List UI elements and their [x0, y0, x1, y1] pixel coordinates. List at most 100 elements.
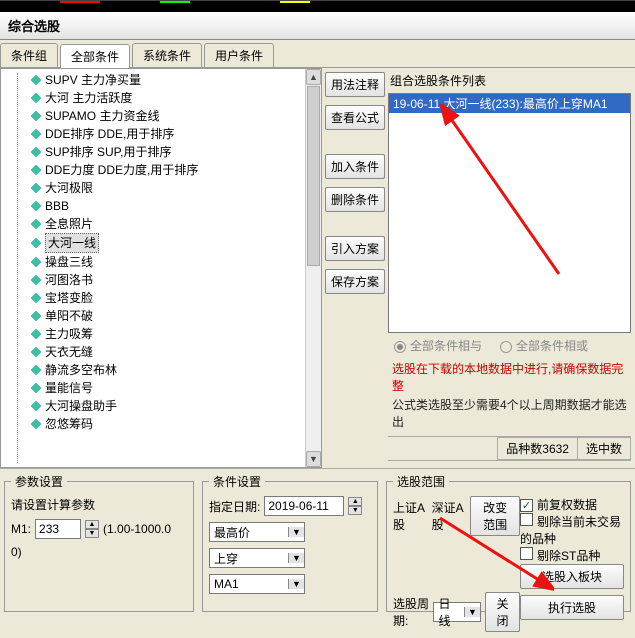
usage-button[interactable]: 用法注释 [325, 72, 385, 97]
tab-all-conditions[interactable]: 全部条件 [60, 44, 130, 68]
bullet-icon [31, 293, 41, 303]
mid-buttons: 用法注释 查看公式 加入条件 删除条件 引入方案 保存方案 [322, 68, 388, 468]
scroll-up-icon[interactable]: ▲ [306, 69, 321, 85]
cycle-select[interactable]: 日线▼ [433, 602, 480, 622]
radio-or[interactable]: 全部条件相或 [500, 337, 588, 354]
window-title: 综合选股 [0, 12, 635, 40]
tree-item[interactable]: 忽悠筹码 [5, 415, 321, 433]
relation-select[interactable]: 上穿▼ [209, 548, 305, 568]
tree-item-label: 全息照片 [45, 215, 93, 233]
conditions-heading: 组合选股条件列表 [388, 70, 631, 93]
tree-item-label: 静流多空布林 [45, 361, 117, 379]
price-select[interactable]: 最高价▼ [209, 522, 305, 542]
status-count[interactable]: 品种数3632 [497, 437, 578, 460]
tree-item-label: SUP排序 SUP,用于排序 [45, 143, 171, 161]
tab-condition-group[interactable]: 条件组 [0, 43, 58, 67]
date-label: 指定日期: [209, 498, 260, 515]
conditions-listbox[interactable]: 19-06-11 大河一线(233):最高价上穿MA1 [388, 93, 631, 333]
date-input[interactable]: 2019-06-11 [264, 496, 344, 516]
tree-item[interactable]: 主力吸筹 [5, 325, 321, 343]
cycle-label: 选股周期: [393, 595, 429, 629]
m1-spinner[interactable]: ▲ ▼ [85, 520, 99, 538]
tree-item-label: 大河 主力活跃度 [45, 89, 132, 107]
tree-item[interactable]: BBB [5, 197, 321, 215]
bullet-icon [31, 165, 41, 175]
spin-down-icon[interactable]: ▼ [85, 529, 99, 538]
tree-item[interactable]: 量能信号 [5, 379, 321, 397]
formula-note: 公式类选股至少需要4个以上周期数据才能选出 [388, 396, 631, 432]
bullet-icon [31, 201, 41, 211]
tree-item-label: 大河极限 [45, 179, 93, 197]
tree-item-label: 大河操盘助手 [45, 397, 117, 415]
tree-item[interactable]: 大河 主力活跃度 [5, 89, 321, 107]
tree-scrollbar[interactable]: ▲ ▼ [305, 69, 321, 467]
chevron-down-icon[interactable]: ▼ [288, 527, 304, 537]
bullet-icon [31, 311, 41, 321]
tab-user-conditions[interactable]: 用户条件 [204, 43, 274, 67]
checkbox-icon[interactable] [520, 547, 533, 560]
condition-join-mode: 全部条件相与 全部条件相或 [388, 333, 631, 358]
tree-item-label: 单阳不破 [45, 307, 93, 325]
add-condition-button[interactable]: 加入条件 [325, 154, 385, 179]
tree-item[interactable]: 宝塔变脸 [5, 289, 321, 307]
exclude-notrade-checkbox-row[interactable]: 剔除当前未交易的品种 [520, 513, 624, 547]
bullet-icon [31, 219, 41, 229]
tree-item-label: 宝塔变脸 [45, 289, 93, 307]
tree-item[interactable]: 操盘三线 [5, 253, 321, 271]
tree-item-label: DDE排序 DDE,用于排序 [45, 125, 174, 143]
tree-item-label: 忽悠筹码 [45, 415, 93, 433]
import-plan-button[interactable]: 引入方案 [325, 236, 385, 261]
tree-item-label: SUPV 主力净买量 [45, 71, 141, 89]
scroll-thumb[interactable] [307, 86, 320, 266]
close-button[interactable]: 关闭 [485, 592, 520, 632]
tree-item[interactable]: 大河一线 [5, 233, 321, 253]
tree-item[interactable]: DDE排序 DDE,用于排序 [5, 125, 321, 143]
spin-up-icon[interactable]: ▲ [348, 497, 362, 506]
scope-legend: 选股范围 [393, 473, 449, 490]
tree-item[interactable]: 河图洛书 [5, 271, 321, 289]
radio-and[interactable]: 全部条件相与 [394, 337, 482, 354]
target-select[interactable]: MA1▼ [209, 574, 305, 594]
chevron-down-icon[interactable]: ▼ [288, 579, 304, 589]
tree-item[interactable]: SUPV 主力净买量 [5, 71, 321, 89]
tree-item[interactable]: 大河极限 [5, 179, 321, 197]
condition-row[interactable]: 19-06-11 大河一线(233):最高价上穿MA1 [389, 94, 630, 113]
spin-up-icon[interactable]: ▲ [85, 520, 99, 529]
checkbox-icon[interactable] [520, 513, 533, 526]
bullet-icon [31, 383, 41, 393]
bullet-icon [31, 238, 41, 248]
tree-item-label: BBB [45, 197, 69, 215]
tree-item[interactable]: 静流多空布林 [5, 361, 321, 379]
tree-item-label: 量能信号 [45, 379, 93, 397]
tree-item[interactable]: 全息照片 [5, 215, 321, 233]
status-selected[interactable]: 选中数 [577, 437, 631, 460]
scroll-down-icon[interactable]: ▼ [306, 451, 321, 467]
tree-item[interactable]: DDE力度 DDE力度,用于排序 [5, 161, 321, 179]
tree-item[interactable]: SUPAMO 主力资金线 [5, 107, 321, 125]
tree-item[interactable]: 天衣无缝 [5, 343, 321, 361]
param-fieldset: 参数设置 请设置计算参数 M1: 233 ▲ ▼ (1.00-1000.0 0) [4, 473, 194, 612]
tree-item[interactable]: SUP排序 SUP,用于排序 [5, 143, 321, 161]
view-formula-button[interactable]: 查看公式 [325, 105, 385, 130]
tree-panel: SUPV 主力净买量大河 主力活跃度SUPAMO 主力资金线DDE排序 DDE,… [0, 68, 322, 468]
chevron-down-icon[interactable]: ▼ [288, 553, 304, 563]
change-scope-button[interactable]: 改变范围 [470, 496, 520, 536]
bullet-icon [31, 147, 41, 157]
tree-item[interactable]: 大河操盘助手 [5, 397, 321, 415]
qfq-checkbox-row[interactable]: 前复权数据 [520, 496, 624, 513]
date-spinner[interactable]: ▲ ▼ [348, 497, 362, 515]
checkbox-icon[interactable] [520, 499, 533, 512]
exclude-st-checkbox-row[interactable]: 剔除ST品种 [520, 547, 624, 564]
param-legend: 参数设置 [11, 473, 67, 490]
m1-range2: 0) [11, 545, 187, 559]
bullet-icon [31, 275, 41, 285]
bullet-icon [31, 419, 41, 429]
delete-condition-button[interactable]: 删除条件 [325, 187, 385, 212]
m1-input[interactable]: 233 [35, 519, 81, 539]
execute-button[interactable]: 执行选股 [520, 595, 624, 620]
tab-system-conditions[interactable]: 系统条件 [132, 43, 202, 67]
spin-down-icon[interactable]: ▼ [348, 506, 362, 515]
tree-item[interactable]: 单阳不破 [5, 307, 321, 325]
save-plan-button[interactable]: 保存方案 [325, 269, 385, 294]
chevron-down-icon[interactable]: ▼ [464, 607, 480, 617]
